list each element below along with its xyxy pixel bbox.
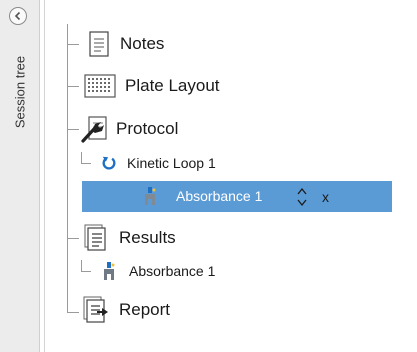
tree-connector-line — [81, 271, 91, 272]
tree-item-label: Protocol — [116, 119, 179, 138]
report-icon — [83, 296, 113, 323]
session-tree-side-strip: Session tree — [0, 0, 40, 352]
tree-item-report[interactable]: Report — [83, 296, 171, 323]
session-tree-label: Session tree — [12, 55, 28, 129]
selected-row-actions: x — [296, 181, 329, 212]
wrench-icon — [80, 116, 110, 143]
tree-item-label: Report — [119, 300, 171, 319]
tree-item-notes[interactable]: Notes — [86, 31, 164, 57]
tree-item-label: Results — [119, 228, 176, 247]
tree-connector-line — [67, 312, 79, 313]
tree-item-kinetic-loop[interactable]: Kinetic Loop 1 — [101, 154, 216, 172]
tree-connector-line — [67, 238, 79, 239]
tree-item-label: Plate Layout — [125, 76, 220, 95]
tree-item-protocol[interactable]: Protocol — [80, 116, 179, 143]
tree-connector-line — [81, 163, 91, 164]
tree-item-label: Notes — [120, 34, 165, 53]
tree-connector-line — [81, 152, 82, 163]
tree-item-label: Absorbance 1 — [176, 188, 263, 204]
notes-icon — [86, 31, 112, 57]
tree-connector-line — [67, 129, 79, 130]
tree-item-results[interactable]: Results — [83, 224, 176, 251]
tree-item-label: Kinetic Loop 1 — [127, 155, 216, 171]
tree-connector-line — [67, 44, 79, 45]
tree-connector-line — [81, 260, 82, 271]
remove-button[interactable]: x — [322, 190, 329, 204]
absorbance-icon — [142, 187, 158, 205]
absorbance-icon — [101, 262, 117, 280]
tree-item-absorbance-protocol[interactable]: Absorbance 1 — [142, 187, 262, 205]
chevron-left-icon — [14, 11, 21, 21]
tree-item-plate-layout[interactable]: Plate Layout — [83, 73, 220, 99]
results-icon — [83, 224, 109, 251]
loop-icon — [101, 154, 117, 172]
tree-item-absorbance-results[interactable]: Absorbance 1 — [101, 262, 215, 280]
tree-item-label: Absorbance 1 — [129, 263, 216, 279]
collapse-panel-button[interactable] — [9, 7, 27, 25]
reorder-button[interactable] — [296, 186, 308, 208]
up-down-arrows-icon — [297, 187, 307, 206]
tree-connector-line — [67, 86, 79, 87]
plate-grid-icon — [83, 73, 117, 99]
tree-connector-line — [67, 24, 68, 312]
